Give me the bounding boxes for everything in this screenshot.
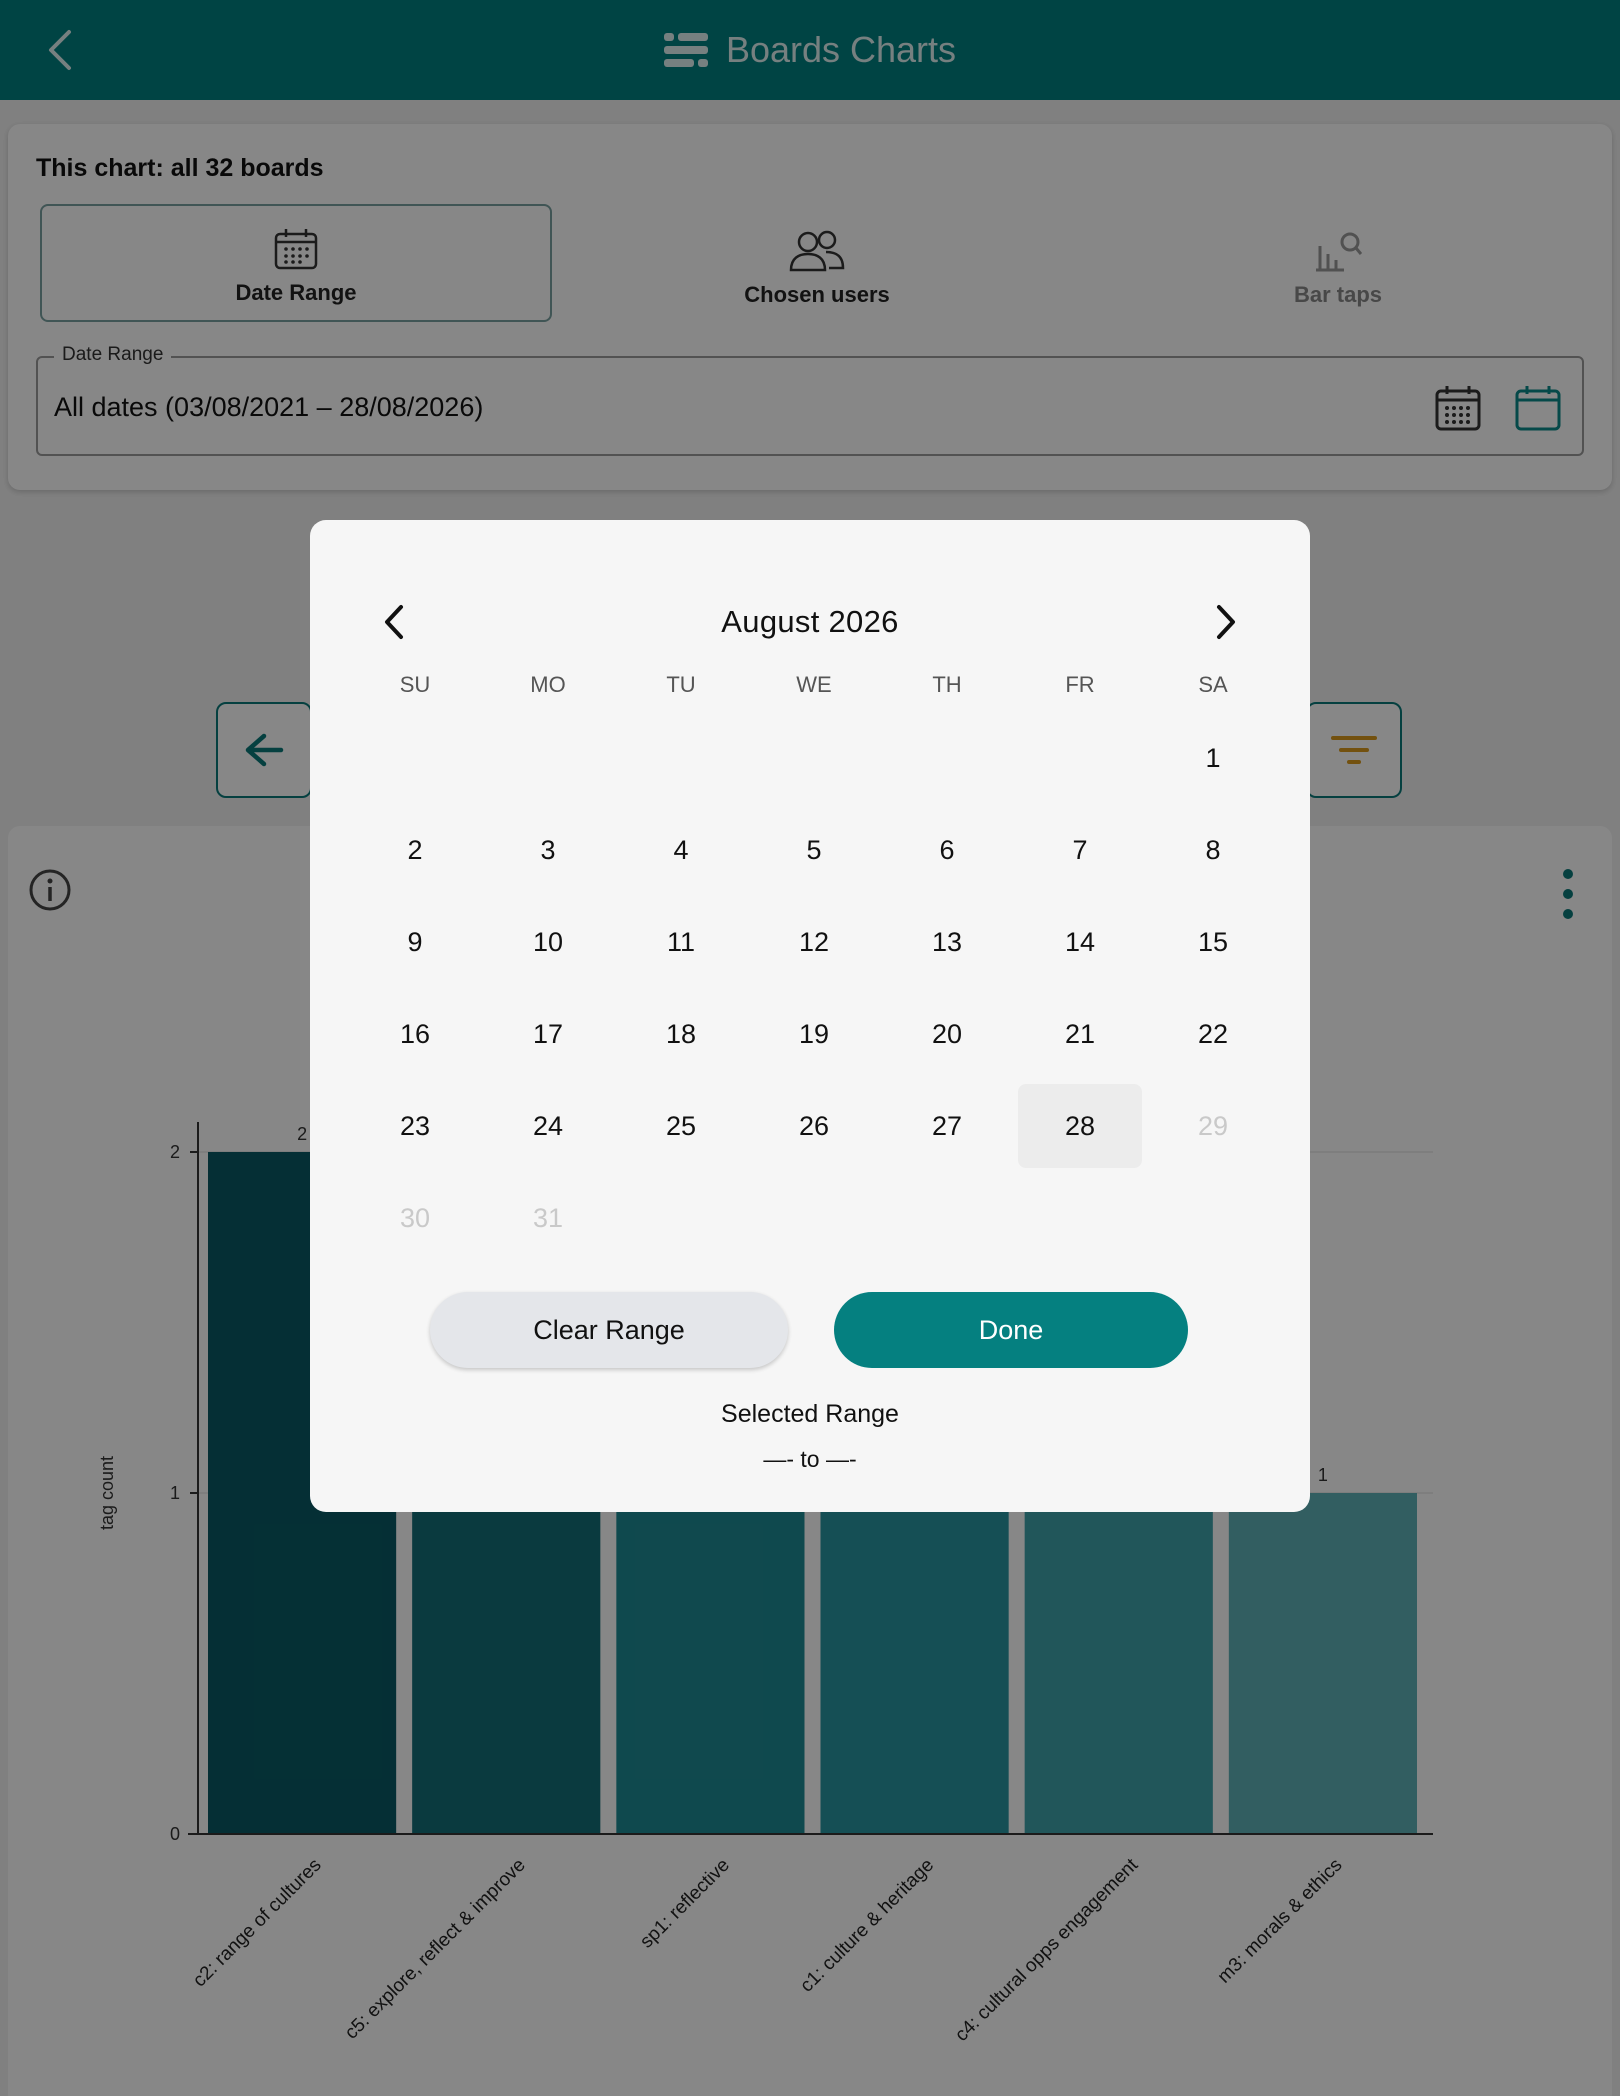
calendar-day[interactable]: 4 — [619, 808, 743, 892]
calendar-day: 31 — [532, 1202, 564, 1233]
calendar-day[interactable]: 17 — [486, 992, 610, 1076]
calendar-day: 29 — [1197, 1110, 1229, 1141]
month-title: August 2026 — [721, 604, 899, 639]
clear-range-button[interactable]: Clear Range — [430, 1292, 788, 1368]
calendar-header: August 2026 — [310, 576, 1310, 668]
calendar-day[interactable]: 13 — [885, 900, 1009, 984]
weekday-label: SU — [399, 672, 431, 697]
weekday-row: SU MO TU WE TH FR SA — [353, 672, 1285, 712]
weekday-label: FR — [1065, 672, 1095, 697]
calendar-day[interactable]: 6 — [885, 808, 1009, 892]
weekday-label: SA — [1198, 672, 1228, 697]
calendar-day[interactable]: 7 — [1018, 808, 1142, 892]
done-button[interactable]: Done — [834, 1292, 1188, 1368]
calendar-day[interactable]: 15 — [1151, 900, 1275, 984]
calendar-day[interactable]: 3 — [486, 808, 610, 892]
next-month-button[interactable] — [1196, 592, 1256, 652]
calendar-day[interactable]: 22 — [1151, 992, 1275, 1076]
calendar-day[interactable]: 11 — [619, 900, 743, 984]
calendar-day[interactable]: 23 — [353, 1084, 477, 1168]
chevron-right-icon — [1217, 605, 1235, 639]
date-range-dialog: August 2026 SU MO TU WE TH FR SA 1 2 3 4 5 6 7 8 9 10 11… — [310, 520, 1310, 1512]
calendar-day[interactable]: 10 — [486, 900, 610, 984]
calendar-day[interactable]: 12 — [752, 900, 876, 984]
selected-range-label: Selected Range — [721, 1400, 899, 1428]
calendar-day[interactable]: 16 — [353, 992, 477, 1076]
weekday-label: TU — [666, 672, 696, 697]
calendar-day[interactable]: 25 — [619, 1084, 743, 1168]
calendar-day[interactable]: 5 — [752, 808, 876, 892]
calendar-day[interactable]: 8 — [1151, 808, 1275, 892]
calendar-day[interactable]: 2 — [353, 808, 477, 892]
calendar-day[interactable]: 9 — [353, 900, 477, 984]
calendar-day[interactable]: 19 — [752, 992, 876, 1076]
calendar-day[interactable]: 1 — [1151, 716, 1275, 800]
calendar-day: 30 — [399, 1202, 431, 1233]
weekday-label: WE — [796, 672, 832, 697]
calendar-day[interactable]: 26 — [752, 1084, 876, 1168]
calendar-day[interactable]: 20 — [885, 992, 1009, 1076]
calendar-day[interactable]: 14 — [1018, 900, 1142, 984]
selected-range-value: —- to —- — [763, 1446, 857, 1472]
weekday-label: MO — [530, 672, 566, 697]
calendar-day[interactable]: 28 — [1018, 1084, 1142, 1168]
calendar-day[interactable]: 27 — [885, 1084, 1009, 1168]
day-grid: 1 2 3 4 5 6 7 8 9 10 11 12 13 14 15 16 17 18 19 20 21 22 23 24 2… — [353, 716, 1285, 1233]
calendar-day[interactable]: 24 — [486, 1084, 610, 1168]
calendar-day[interactable]: 18 — [619, 992, 743, 1076]
calendar-day[interactable]: 21 — [1018, 992, 1142, 1076]
weekday-label: TH — [932, 672, 962, 697]
